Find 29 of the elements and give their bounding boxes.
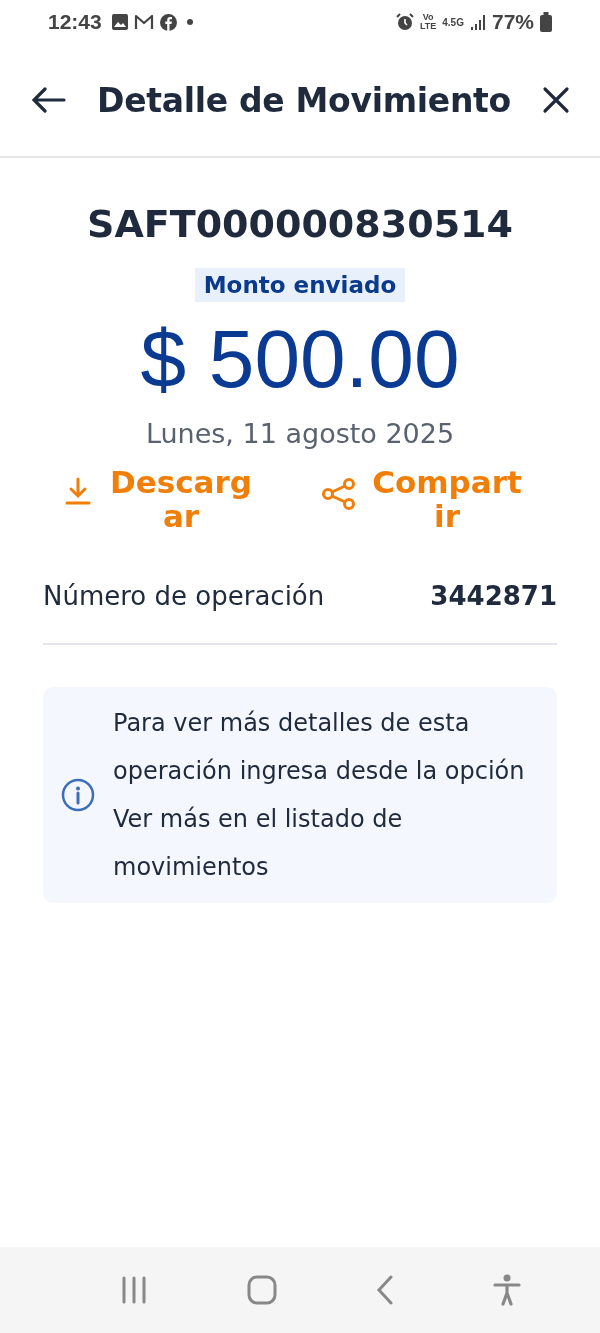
back-button[interactable]	[32, 87, 66, 113]
gallery-icon	[111, 14, 128, 30]
back-icon[interactable]	[375, 1275, 394, 1305]
download-icon	[65, 477, 91, 506]
status-time: 12:43	[48, 10, 102, 34]
volte-text: Vo	[422, 13, 434, 22]
data-type: 4.5G	[442, 16, 464, 28]
battery-percent: 77%	[491, 10, 534, 34]
info-text: Para ver más detalles de esta operación ingresa desde la opción Ver más en el listado de movimientos	[113, 708, 526, 884]
signal-icon	[469, 14, 486, 30]
detail-label: Número de operación	[43, 581, 325, 612]
screen-title: Detalle de Movimiento	[96, 80, 512, 120]
alarm-icon	[395, 13, 414, 31]
mail-icon	[133, 14, 154, 30]
lte-text: LTE	[419, 22, 437, 31]
info-icon	[61, 778, 95, 813]
accessibility-icon[interactable]	[492, 1274, 521, 1306]
amount-label: Monto enviado	[194, 268, 406, 302]
share-button[interactable]: Compartir	[321, 465, 527, 534]
battery-icon	[540, 12, 552, 32]
facebook-icon	[159, 13, 177, 31]
share-icon	[321, 477, 357, 512]
download-button[interactable]: Descargar	[65, 465, 261, 534]
amount-value: $ 500.00	[140, 314, 460, 405]
home-icon[interactable]	[246, 1275, 277, 1305]
reference-code: SAFT000000830514	[87, 202, 513, 246]
detail-value: 3442871	[430, 581, 557, 612]
transaction-date: Lunes, 11 agosto 2025	[145, 418, 455, 450]
close-button[interactable]	[542, 86, 570, 114]
